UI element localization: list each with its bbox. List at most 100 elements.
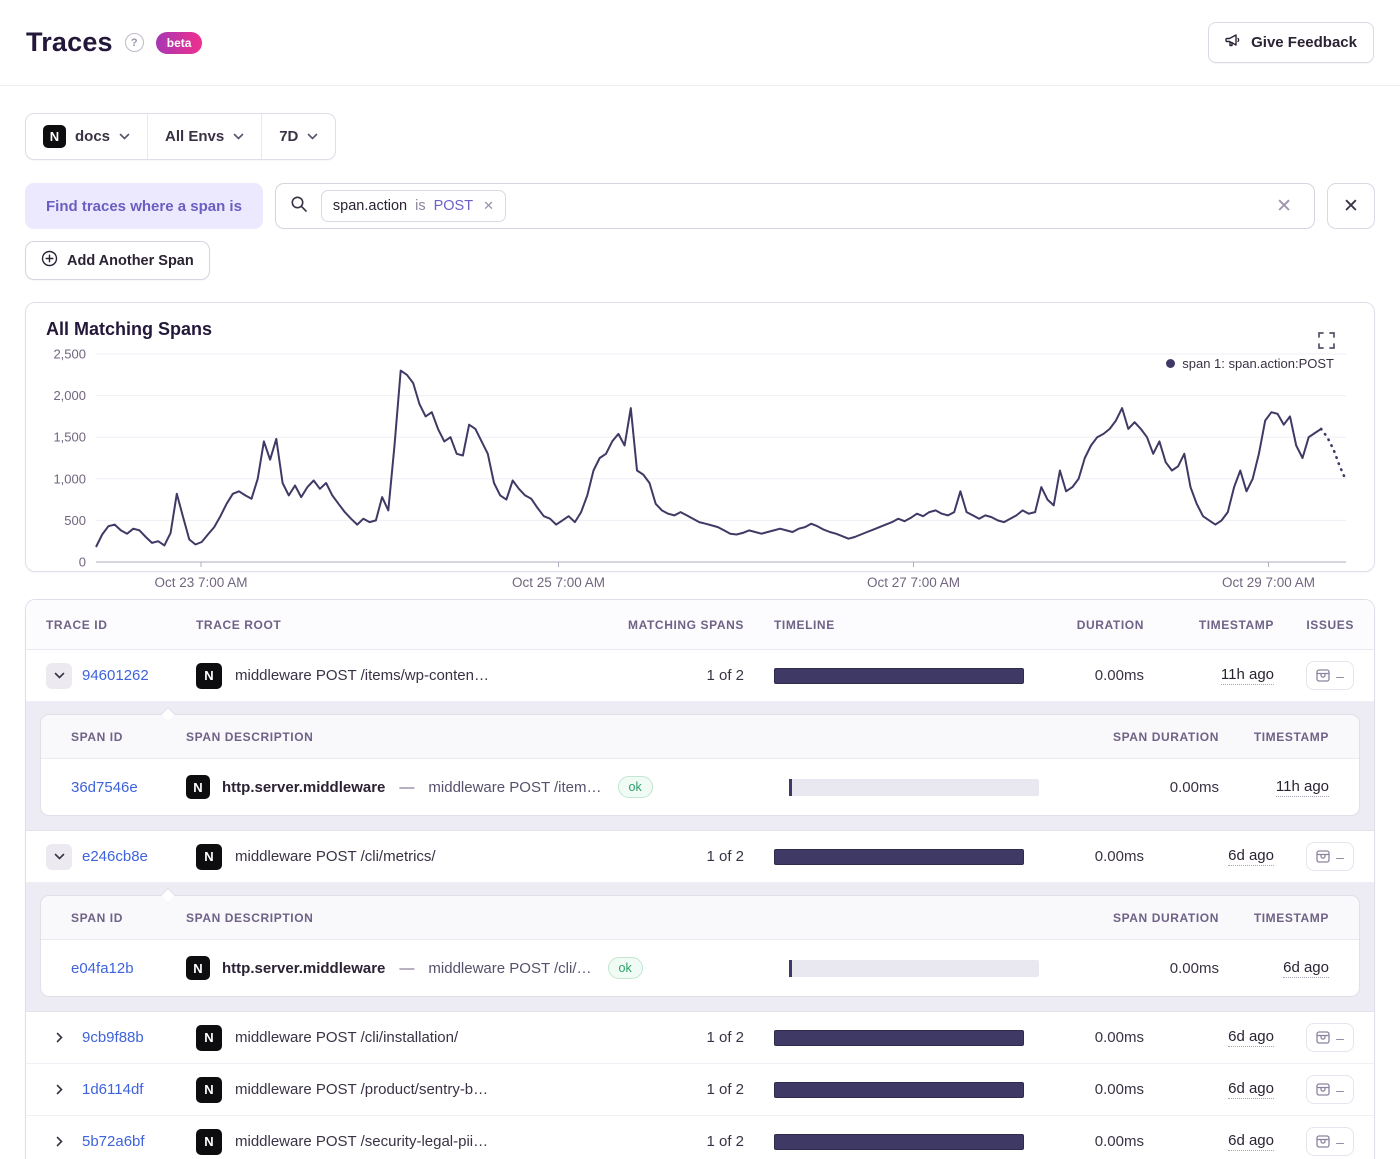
collapse-trace-button[interactable]	[46, 844, 72, 870]
expanded-span-area: SPAN ID SPAN DESCRIPTION SPAN DURATION T…	[26, 883, 1374, 1012]
trace-timeline-bar	[774, 849, 1024, 865]
span-op: http.server.middleware	[222, 960, 385, 977]
nextjs-logo-icon: N	[186, 775, 210, 799]
span-id-link[interactable]: e04fa12b	[71, 960, 134, 977]
span-header-row: SPAN ID SPAN DESCRIPTION SPAN DURATION T…	[41, 715, 1359, 759]
span-search-input[interactable]: span.action is POST ✕ ✕	[275, 183, 1315, 229]
trace-id-link[interactable]: 9cb9f88b	[82, 1029, 144, 1046]
svg-text:Oct 23 7:00 AM: Oct 23 7:00 AM	[154, 575, 247, 588]
duration-value: 0.00ms	[1034, 1029, 1144, 1046]
duration-value: 0.00ms	[1034, 848, 1144, 865]
nextjs-logo-icon: N	[43, 125, 66, 148]
span-timestamp-value: 6d ago	[1283, 959, 1329, 978]
trace-root-label: middleware POST /security-legal-pii…	[235, 1133, 488, 1150]
matching-spans-value: 1 of 2	[614, 848, 744, 865]
project-selector[interactable]: N docs	[26, 114, 147, 159]
trace-root-label: middleware POST /product/sentry-b…	[235, 1081, 488, 1098]
token-key: span.action	[333, 198, 407, 214]
clear-search-icon[interactable]: ✕	[1268, 191, 1300, 222]
span-status-badge: ok	[608, 957, 643, 979]
span-timeline-bar	[789, 779, 1039, 796]
search-icon	[290, 195, 308, 218]
col-trace-id: TRACE ID	[46, 618, 196, 632]
issues-button[interactable]: –	[1306, 1023, 1354, 1052]
page-title: Traces	[26, 27, 113, 58]
give-feedback-button[interactable]: Give Feedback	[1208, 22, 1374, 63]
span-query-label: Find traces where a span is	[25, 183, 263, 229]
issues-button[interactable]: –	[1306, 1127, 1354, 1156]
timestamp-value: 6d ago	[1228, 1132, 1274, 1151]
chevron-down-icon	[307, 133, 318, 140]
environment-selector-label: All Envs	[165, 128, 224, 145]
no-issues-dash: –	[1336, 1134, 1344, 1150]
span-duration-value: 0.00ms	[1089, 960, 1219, 977]
add-another-span-button[interactable]: Add Another Span	[25, 241, 210, 280]
environment-selector[interactable]: All Envs	[147, 114, 261, 159]
collapse-trace-button[interactable]	[46, 663, 72, 689]
issues-button[interactable]: –	[1306, 1075, 1354, 1104]
nextjs-logo-icon: N	[196, 1025, 222, 1051]
svg-text:500: 500	[64, 513, 86, 528]
spans-line-chart: 05001,0001,5002,0002,500Oct 23 7:00 AMOc…	[26, 340, 1374, 588]
spans-sub-table: SPAN ID SPAN DESCRIPTION SPAN DURATION T…	[40, 714, 1360, 816]
date-range-label: 7D	[279, 128, 298, 145]
archive-icon	[1316, 1083, 1330, 1096]
span-duration-value: 0.00ms	[1089, 779, 1219, 796]
trace-id-link[interactable]: 94601262	[82, 667, 149, 684]
op-separator: —	[397, 960, 416, 977]
duration-value: 0.00ms	[1034, 1081, 1144, 1098]
timestamp-value: 6d ago	[1228, 847, 1274, 866]
matching-spans-value: 1 of 2	[614, 667, 744, 684]
all-matching-spans-panel: All Matching Spans span 1: span.action:P…	[25, 302, 1375, 572]
trace-root-label: middleware POST /cli/metrics/	[235, 848, 436, 865]
expand-trace-button[interactable]	[46, 1129, 72, 1155]
archive-icon	[1316, 1031, 1330, 1044]
issues-button[interactable]: –	[1306, 842, 1354, 871]
no-issues-dash: –	[1336, 849, 1344, 865]
col-span-timestamp: TIMESTAMP	[1219, 730, 1329, 744]
col-span-duration: SPAN DURATION	[1089, 730, 1219, 744]
svg-text:2,000: 2,000	[53, 388, 86, 403]
close-icon: ✕	[1343, 195, 1359, 218]
help-icon[interactable]: ?	[125, 33, 144, 52]
expand-trace-button[interactable]	[46, 1025, 72, 1051]
trace-row: 5b72a6bf N middleware POST /security-leg…	[26, 1116, 1374, 1159]
span-query-row: Find traces where a span is span.action …	[25, 183, 1375, 229]
matching-spans-value: 1 of 2	[614, 1081, 744, 1098]
timestamp-value: 6d ago	[1228, 1028, 1274, 1047]
expanded-span-area: SPAN ID SPAN DESCRIPTION SPAN DURATION T…	[26, 702, 1374, 831]
nextjs-logo-icon: N	[196, 663, 222, 689]
svg-text:1,500: 1,500	[53, 430, 86, 445]
token-value: POST	[434, 198, 473, 214]
svg-text:Oct 25 7:00 AM: Oct 25 7:00 AM	[512, 575, 605, 588]
span-op: http.server.middleware	[222, 779, 385, 796]
matching-spans-value: 1 of 2	[614, 1029, 744, 1046]
remove-span-filter-button[interactable]: ✕	[1327, 183, 1375, 229]
expand-trace-button[interactable]	[46, 1077, 72, 1103]
token-operator: is	[415, 198, 425, 214]
trace-row: 9cb9f88b N middleware POST /cli/installa…	[26, 1012, 1374, 1064]
span-header-row: SPAN ID SPAN DESCRIPTION SPAN DURATION T…	[41, 896, 1359, 940]
search-filter-token[interactable]: span.action is POST ✕	[321, 190, 506, 222]
span-id-link[interactable]: 36d7546e	[71, 779, 138, 796]
nextjs-logo-icon: N	[196, 1077, 222, 1103]
nextjs-logo-icon: N	[196, 1129, 222, 1155]
date-range-selector[interactable]: 7D	[261, 114, 335, 159]
trace-row: 1d6114df N middleware POST /product/sent…	[26, 1064, 1374, 1116]
archive-icon	[1316, 669, 1330, 682]
beta-badge: beta	[156, 32, 203, 54]
matching-spans-value: 1 of 2	[614, 1133, 744, 1150]
trace-id-link[interactable]: 5b72a6bf	[82, 1133, 145, 1150]
op-separator: —	[397, 779, 416, 796]
span-row: 36d7546e N http.server.middleware — midd…	[41, 759, 1359, 815]
col-matching-spans: MATCHING SPANS	[614, 618, 744, 632]
nextjs-logo-icon: N	[196, 844, 222, 870]
timestamp-value: 6d ago	[1228, 1080, 1274, 1099]
megaphone-icon	[1225, 33, 1242, 52]
trace-id-link[interactable]: 1d6114df	[82, 1081, 143, 1098]
remove-token-icon[interactable]: ✕	[483, 198, 494, 214]
trace-id-link[interactable]: e246cb8e	[82, 848, 148, 865]
issues-button[interactable]: –	[1306, 661, 1354, 690]
col-span-id: SPAN ID	[71, 911, 186, 925]
trace-timeline-bar	[774, 1082, 1024, 1098]
